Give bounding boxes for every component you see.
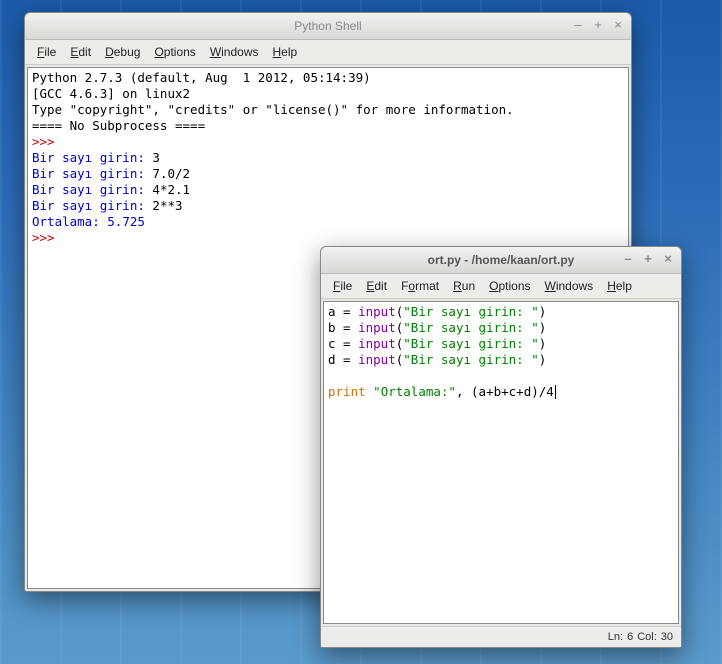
code-string: "Ortalama:" <box>373 384 456 399</box>
editor-menu-help[interactable]: Help <box>601 277 638 295</box>
shell-result-label: Ortalama: <box>32 214 107 229</box>
shell-prompt: >>> <box>32 230 55 245</box>
text-cursor <box>555 385 556 399</box>
shell-titlebar[interactable]: Python Shell – + × <box>25 13 631 40</box>
shell-input-value: 3 <box>152 150 160 165</box>
shell-input-prompt: Bir sayı girin: <box>32 150 152 165</box>
editor-title-text: ort.py - /home/kaan/ort.py <box>428 253 575 267</box>
status-col-label: Col: <box>637 631 657 643</box>
code-var: d <box>328 352 336 367</box>
code-string: "Bir sayı girin: " <box>403 320 538 335</box>
maximize-icon[interactable]: + <box>591 17 605 31</box>
code-func: input <box>358 352 396 367</box>
shell-input-value: 7.0/2 <box>152 166 190 181</box>
code-func: input <box>358 304 396 319</box>
shell-title-text: Python Shell <box>294 19 361 33</box>
shell-menu-options[interactable]: Options <box>148 43 201 61</box>
shell-menu-windows[interactable]: Windows <box>204 43 265 61</box>
shell-menu-edit[interactable]: Edit <box>64 43 97 61</box>
status-ln-label: Ln: <box>608 631 623 643</box>
code-string: "Bir sayı girin: " <box>403 304 538 319</box>
editor-menubar: File Edit Format Run Options Windows Hel… <box>321 274 681 299</box>
editor-titlebar[interactable]: ort.py - /home/kaan/ort.py – + × <box>321 247 681 274</box>
editor-menu-windows[interactable]: Windows <box>539 277 600 295</box>
shell-menubar: File Edit Debug Options Windows Help <box>25 40 631 65</box>
shell-menu-debug[interactable]: Debug <box>99 43 146 61</box>
editor-content[interactable]: a = input("Bir sayı girin: ") b = input(… <box>323 301 679 624</box>
editor-menu-file[interactable]: File <box>327 277 358 295</box>
shell-input-prompt: Bir sayı girin: <box>32 198 152 213</box>
maximize-icon[interactable]: + <box>641 251 655 265</box>
code-string: "Bir sayı girin: " <box>403 352 538 367</box>
code-var: c <box>328 336 336 351</box>
minimize-icon[interactable]: – <box>621 251 635 265</box>
close-icon[interactable]: × <box>661 251 675 265</box>
editor-statusbar: Ln: 6 Col: 30 <box>321 626 681 647</box>
minimize-icon[interactable]: – <box>571 17 585 31</box>
code-keyword: print <box>328 384 366 399</box>
status-ln-value: 6 <box>627 631 633 643</box>
shell-menu-help[interactable]: Help <box>267 43 304 61</box>
editor-window: ort.py - /home/kaan/ort.py – + × File Ed… <box>320 246 682 648</box>
shell-banner-line: Type "copyright", "credits" or "license(… <box>32 102 514 117</box>
shell-prompt: >>> <box>32 134 55 149</box>
shell-input-prompt: Bir sayı girin: <box>32 166 152 181</box>
code-func: input <box>358 320 396 335</box>
editor-menu-run[interactable]: Run <box>447 277 481 295</box>
code-func: input <box>358 336 396 351</box>
status-col-value: 30 <box>661 631 673 643</box>
code-var: a <box>328 304 336 319</box>
editor-menu-edit[interactable]: Edit <box>360 277 393 295</box>
shell-result-value: 5.725 <box>107 214 145 229</box>
shell-input-value: 2**3 <box>152 198 182 213</box>
shell-banner-line: Python 2.7.3 (default, Aug 1 2012, 05:14… <box>32 70 371 85</box>
editor-menu-options[interactable]: Options <box>483 277 536 295</box>
close-icon[interactable]: × <box>611 17 625 31</box>
shell-menu-file[interactable]: File <box>31 43 62 61</box>
shell-input-prompt: Bir sayı girin: <box>32 182 152 197</box>
code-var: b <box>328 320 336 335</box>
code-string: "Bir sayı girin: " <box>403 336 538 351</box>
code-expr: (a+b+c+d)/4 <box>471 384 554 399</box>
shell-banner-line: ==== No Subprocess ==== <box>32 118 205 133</box>
shell-banner-line: [GCC 4.6.3] on linux2 <box>32 86 190 101</box>
shell-input-value: 4*2.1 <box>152 182 190 197</box>
editor-menu-format[interactable]: Format <box>395 277 445 295</box>
